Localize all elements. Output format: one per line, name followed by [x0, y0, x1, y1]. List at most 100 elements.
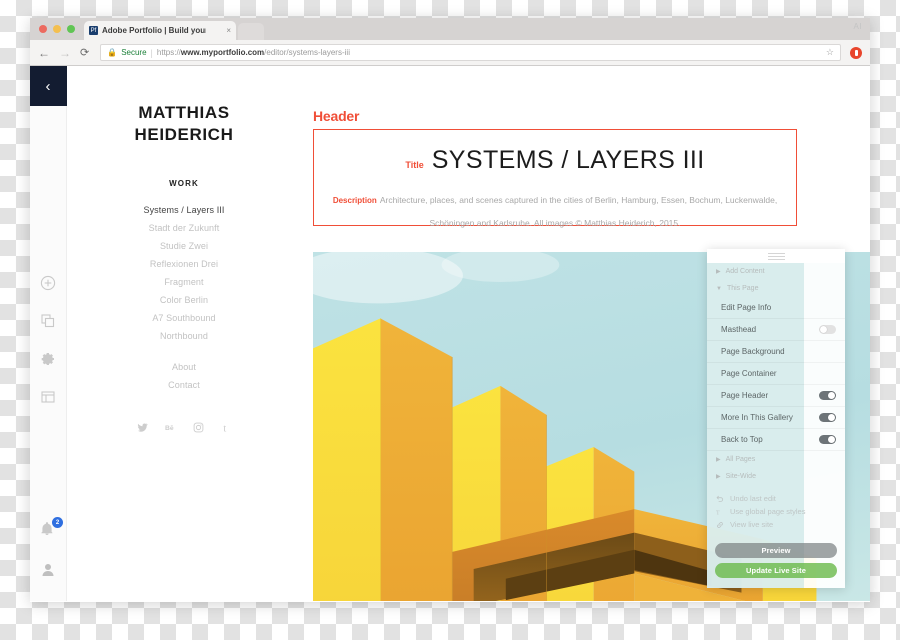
forward-icon[interactable]: →: [59, 47, 71, 59]
back-to-top-toggle[interactable]: [819, 435, 836, 444]
brand-line-1: MATTHIAS: [138, 103, 230, 122]
chevron-right-icon: ▶: [716, 456, 721, 463]
panel-item-page-container[interactable]: Page Container: [707, 363, 845, 385]
editor-panel[interactable]: ▶ Add Content ▼ This Page Edit Page Info…: [707, 249, 845, 588]
sidebar-item-studie-zwei[interactable]: Studie Zwei: [67, 237, 301, 255]
url-prefix: https://: [156, 48, 181, 57]
extension-badge-icon[interactable]: [850, 46, 862, 59]
social-links: Bē t: [67, 422, 301, 433]
url-domain: www.myportfolio.com: [180, 48, 265, 57]
secure-label: Secure: [121, 48, 147, 57]
action-use-global-page-styles[interactable]: T Use global page styles: [716, 505, 845, 518]
panel-drag-handle[interactable]: [707, 249, 845, 263]
grip-line-3: [767, 258, 785, 260]
panel-item-page-header[interactable]: Page Header: [707, 385, 845, 407]
grip-line-1: [767, 252, 785, 254]
panel-item-edit-page-info[interactable]: Edit Page Info: [707, 297, 845, 319]
minimize-window-button[interactable]: [53, 25, 61, 33]
sidebar-item-fragment[interactable]: Fragment: [67, 273, 301, 291]
page-header-toggle[interactable]: [819, 391, 836, 400]
bookmark-star-icon[interactable]: ☆: [826, 47, 834, 58]
svg-text:Bē: Bē: [165, 424, 174, 431]
panel-item-label: Back to Top: [721, 435, 763, 444]
behance-icon[interactable]: Bē: [165, 422, 176, 433]
reload-icon[interactable]: ⟳: [80, 46, 89, 59]
gear-icon[interactable]: [39, 350, 57, 368]
action-undo-last-edit[interactable]: Undo last edit: [716, 492, 845, 505]
action-label: Use global page styles: [730, 507, 806, 516]
panel-item-page-background[interactable]: Page Background: [707, 341, 845, 363]
title-field-tag: Title: [405, 160, 424, 170]
close-window-button[interactable]: [39, 25, 47, 33]
masthead-toggle[interactable]: [819, 325, 836, 334]
notification-badge: 2: [52, 517, 63, 528]
notifications-button[interactable]: 2: [39, 517, 63, 539]
panel-item-label: Page Background: [721, 347, 785, 356]
back-to-dashboard-button[interactable]: ‹: [30, 66, 67, 106]
sidebar-item-reflexionen-drei[interactable]: Reflexionen Drei: [67, 255, 301, 273]
header-section-label: Header: [313, 108, 360, 124]
browser-tab[interactable]: Pf Adobe Portfolio | Build your o ×: [84, 21, 236, 40]
sidebar-item-systems-layers-iii[interactable]: Systems / Layers III: [67, 201, 301, 219]
twitter-icon[interactable]: [137, 422, 148, 433]
panel-item-label: Page Container: [721, 369, 777, 378]
sidebar-item-color-berlin[interactable]: Color Berlin: [67, 291, 301, 309]
panel-group-site-wide[interactable]: ▶ Site-Wide: [707, 468, 845, 485]
preview-button[interactable]: Preview: [715, 543, 837, 558]
page-description[interactable]: Architecture, places, and scenes capture…: [380, 195, 777, 228]
back-icon[interactable]: ←: [38, 47, 50, 59]
layers-icon[interactable]: [39, 312, 57, 330]
action-label: Undo last edit: [730, 494, 776, 503]
editor-left-rail: ‹ 2: [30, 66, 67, 601]
panel-item-label: Page Header: [721, 391, 769, 400]
panel-item-label: Masthead: [721, 325, 757, 334]
panel-item-more-in-this-gallery[interactable]: More In This Gallery: [707, 407, 845, 429]
adobe-portfolio-favicon: Pf: [89, 26, 98, 35]
nav-list: Systems / Layers III Stadt der Zukunft S…: [67, 201, 301, 394]
rail-icon-group: [39, 274, 57, 406]
sidebar-item-contact[interactable]: Contact: [67, 376, 301, 394]
chevron-down-icon: ▼: [716, 285, 722, 292]
description-row: Description Architecture, places, and sce…: [314, 187, 796, 233]
add-circle-icon[interactable]: [39, 274, 57, 292]
page-header-block[interactable]: Title SYSTEMS / LAYERS III Description Ar…: [313, 129, 797, 228]
sidebar-item-a7-southbound[interactable]: A7 Southbound: [67, 309, 301, 327]
url-text: https://www.myportfolio.com/editor/syste…: [157, 48, 350, 57]
text-style-icon: T: [716, 508, 724, 516]
chevron-right-icon: ▶: [716, 473, 721, 480]
app-body: ‹ 2 MATTHIAS HEIDERICH WORK Systems / La…: [30, 66, 870, 601]
panel-item-back-to-top[interactable]: Back to Top: [707, 429, 845, 451]
chevron-right-icon: ▶: [716, 268, 721, 275]
panel-item-masthead[interactable]: Masthead: [707, 319, 845, 341]
layout-panel-icon[interactable]: [39, 388, 57, 406]
maximize-window-button[interactable]: [67, 25, 75, 33]
panel-group-label: All Pages: [725, 456, 756, 463]
sidebar-item-stadt-der-zukunft[interactable]: Stadt der Zukunft: [67, 219, 301, 237]
tab-title: Adobe Portfolio | Build your o: [102, 26, 206, 35]
instagram-icon[interactable]: [193, 422, 204, 433]
new-tab-button[interactable]: [238, 23, 264, 40]
tumblr-icon[interactable]: t: [221, 422, 232, 433]
panel-group-label: Site-Wide: [725, 473, 756, 480]
user-avatar-icon[interactable]: [39, 561, 57, 579]
close-icon[interactable]: ×: [226, 26, 231, 35]
sidebar-item-about[interactable]: About: [67, 358, 301, 376]
panel-group-label: Add Content: [725, 268, 765, 275]
update-live-site-button[interactable]: Update Live Site: [715, 563, 837, 578]
browser-toolbar: ← → ⟳ 🔒 Secure | https://www.myportfolio…: [30, 40, 870, 66]
panel-group-add-content[interactable]: ▶ Add Content: [707, 263, 845, 280]
action-view-live-site[interactable]: View live site: [716, 518, 845, 531]
panel-buttons: Preview Update Live Site: [707, 537, 845, 588]
browser-window: Pf Adobe Portfolio | Build your o × ← → …: [30, 18, 870, 602]
panel-item-label: More In This Gallery: [721, 413, 793, 422]
panel-group-all-pages[interactable]: ▶ All Pages: [707, 451, 845, 468]
more-in-gallery-toggle[interactable]: [819, 413, 836, 422]
address-bar[interactable]: 🔒 Secure | https://www.myportfolio.com/e…: [100, 44, 841, 61]
sidebar-item-northbound[interactable]: Northbound: [67, 327, 301, 345]
panel-group-this-page[interactable]: ▼ This Page: [707, 280, 845, 297]
description-field-tag: Description: [332, 196, 377, 205]
panel-item-label: Edit Page Info: [721, 303, 772, 312]
grip-line-2: [767, 255, 785, 257]
page-title[interactable]: SYSTEMS / LAYERS III: [432, 146, 705, 175]
